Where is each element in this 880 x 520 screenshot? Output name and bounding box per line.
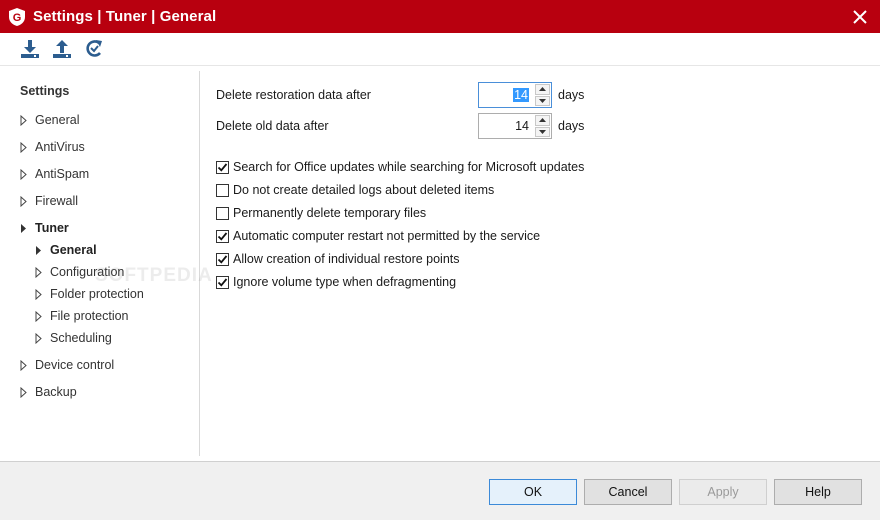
sidebar-heading: Settings [20,84,70,98]
collapsed-arrow-icon [20,195,35,207]
sidebar-item-label: Folder protection [50,287,144,301]
toolbar [0,33,880,66]
sidebar-item-backup[interactable]: Backup [20,385,77,399]
old-data-days-input[interactable]: 14 [479,114,535,138]
sidebar-item-tuner[interactable]: Tuner [20,221,69,235]
checkbox-label: Do not create detailed logs about delete… [233,183,495,197]
checkbox-label: Permanently delete temporary files [233,206,427,220]
upload-icon [53,40,71,58]
dialog-footer: OK Cancel Apply Help [0,461,880,520]
sidebar-item-label: General [50,243,97,257]
sidebar: Settings General AntiVirus AntiSpam Fire… [0,71,200,456]
decrement-button[interactable] [535,126,550,137]
checkbox-label: Search for Office updates while searchin… [233,160,585,174]
collapsed-arrow-icon [35,288,50,300]
export-button[interactable] [50,37,74,61]
close-button[interactable] [840,0,880,33]
checkbox-restore-points[interactable]: Allow creation of individual restore poi… [216,252,460,266]
collapsed-arrow-icon [35,310,50,322]
checkbox-label: Allow creation of individual restore poi… [233,252,460,266]
field-label-old-data: Delete old data after [216,119,329,133]
sidebar-item-file-protection[interactable]: File protection [35,309,129,323]
checkbox-auto-restart[interactable]: Automatic computer restart not permitted… [216,229,540,243]
checkmark-icon [217,277,228,287]
collapsed-arrow-icon [20,359,35,371]
app-logo-icon: G [8,7,26,27]
sidebar-item-label: Scheduling [50,331,112,345]
unit-label: days [558,119,585,133]
checkbox-box[interactable] [216,160,229,174]
checkbox-box[interactable] [216,275,229,289]
checkbox-office-updates[interactable]: Search for Office updates while searchin… [216,160,584,174]
reset-button[interactable] [82,37,106,61]
increment-button[interactable] [535,84,550,95]
watermark: SOFTPEDIA [95,265,213,286]
sidebar-item-label: General [35,113,80,127]
collapsed-arrow-icon [20,114,35,126]
settings-panel: Delete restoration data after 14 days De… [200,71,880,456]
checkbox-box[interactable] [216,252,229,266]
collapsed-arrow-icon [20,386,35,398]
sidebar-item-label: File protection [50,309,129,323]
sidebar-item-antivirus[interactable]: AntiVirus [20,140,85,154]
old-data-days-stepper[interactable]: 14 [478,113,552,139]
svg-text:G: G [13,12,22,24]
ok-button[interactable]: OK [489,479,577,505]
chevron-up-icon [539,118,546,123]
sidebar-item-label: Backup [35,385,77,399]
import-button[interactable] [18,37,42,61]
collapsed-arrow-icon [20,168,35,180]
sidebar-item-tuner-general[interactable]: General [35,243,97,257]
increment-button[interactable] [535,115,550,126]
collapsed-arrow-icon [35,266,50,278]
apply-button[interactable]: Apply [679,479,767,505]
download-icon [21,40,39,58]
close-icon [853,9,867,24]
restoration-days-input[interactable]: 14 [479,83,535,107]
sidebar-item-label: Device control [35,358,115,372]
sidebar-item-antispam[interactable]: AntiSpam [20,167,89,181]
title-bar: G Settings | Tuner | General [0,0,880,33]
chevron-down-icon [539,129,546,134]
checkmark-icon [217,231,228,241]
checkbox-delete-temp-files[interactable]: Permanently delete temporary files [216,206,426,220]
collapsed-arrow-icon [35,332,50,344]
sidebar-item-label: Firewall [35,194,79,208]
checkbox-ignore-volume-type[interactable]: Ignore volume type when defragmenting [216,275,456,289]
restoration-days-stepper[interactable]: 14 [478,82,552,108]
cancel-button[interactable]: Cancel [584,479,672,505]
checkbox-detailed-logs[interactable]: Do not create detailed logs about delete… [216,183,494,197]
expanded-arrow-icon [20,222,35,234]
expanded-arrow-icon [35,244,50,256]
sidebar-item-label: AntiSpam [35,167,90,181]
checkbox-box[interactable] [216,206,229,220]
sidebar-item-general[interactable]: General [20,113,79,127]
checkbox-box[interactable] [216,229,229,243]
collapsed-arrow-icon [20,141,35,153]
sidebar-item-label: Tuner [35,221,69,235]
chevron-up-icon [539,87,546,92]
decrement-button[interactable] [535,95,550,106]
window-title: Settings | Tuner | General [33,8,217,25]
field-label-restoration: Delete restoration data after [216,88,371,102]
chevron-down-icon [539,98,546,103]
sidebar-item-device-control[interactable]: Device control [20,358,114,372]
checkbox-box[interactable] [216,183,229,197]
sidebar-item-folder-protection[interactable]: Folder protection [35,287,144,301]
checkbox-label: Ignore volume type when defragmenting [233,275,457,289]
checkmark-icon [217,254,228,264]
sidebar-item-firewall[interactable]: Firewall [20,194,78,208]
reset-icon [86,40,102,57]
checkmark-icon [217,162,228,172]
sidebar-item-label: AntiVirus [35,140,85,154]
help-button[interactable]: Help [774,479,862,505]
checkbox-label: Automatic computer restart not permitted… [233,229,541,243]
sidebar-item-scheduling[interactable]: Scheduling [35,331,112,345]
unit-label: days [558,88,585,102]
